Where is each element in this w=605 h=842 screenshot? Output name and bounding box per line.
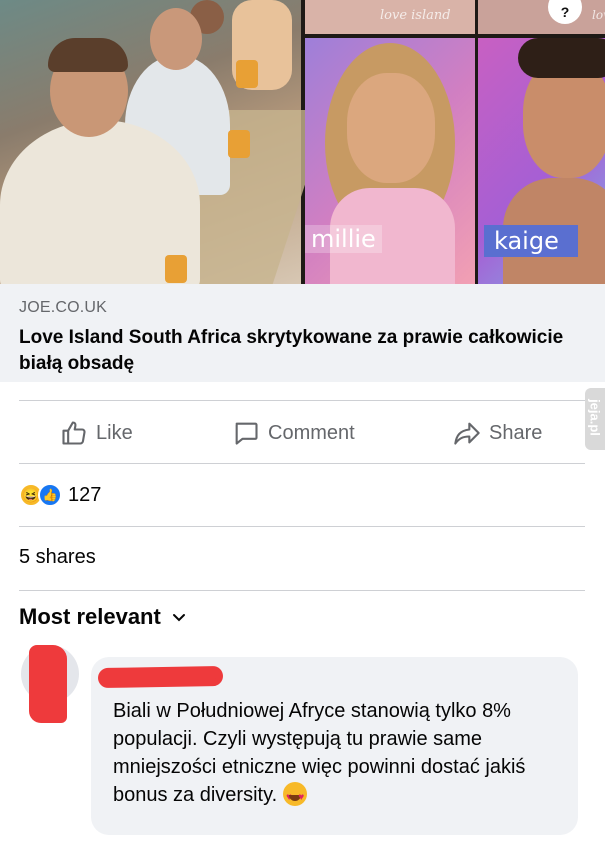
group-photo bbox=[0, 0, 330, 284]
love-island-logo: love island bbox=[380, 8, 451, 23]
love-island-logo-cropped: lov bbox=[592, 8, 605, 22]
share-button[interactable]: Share bbox=[453, 415, 542, 451]
like-button[interactable]: Like bbox=[60, 415, 133, 451]
reaction-count: 127 bbox=[68, 483, 102, 506]
comment-sort-dropdown[interactable]: Most relevant bbox=[19, 604, 187, 630]
contestant-name-kaige: kaige bbox=[484, 225, 578, 257]
commenter-avatar[interactable] bbox=[21, 645, 79, 725]
thumbs-up-icon bbox=[62, 421, 86, 445]
divider bbox=[19, 590, 585, 591]
divider bbox=[19, 400, 585, 401]
watermark-tab: jeja.pl bbox=[585, 388, 605, 450]
contestant-name-millie: millie bbox=[305, 225, 382, 253]
post-image[interactable]: love island lov ? millie kaige bbox=[0, 0, 605, 284]
comment-label: Comment bbox=[268, 421, 355, 444]
shares-count[interactable]: 5 shares bbox=[19, 546, 96, 569]
comment-button[interactable]: Comment bbox=[232, 415, 355, 451]
divider bbox=[19, 526, 585, 527]
link-domain: JOE.CO.UK bbox=[19, 299, 108, 316]
share-label: Share bbox=[489, 421, 543, 444]
divider bbox=[19, 463, 585, 464]
reactions-summary[interactable]: 😆 👍 127 bbox=[19, 480, 101, 510]
avatar-redaction bbox=[29, 645, 67, 723]
like-emoji-icon: 👍 bbox=[38, 483, 62, 507]
tile-header-2 bbox=[478, 0, 605, 34]
share-arrow-icon bbox=[454, 422, 480, 445]
link-preview[interactable]: JOE.CO.UK Love Island South Africa skryt… bbox=[0, 284, 605, 382]
comment-text: Biali w Południowej Afryce stanowią tylk… bbox=[113, 697, 558, 812]
link-title[interactable]: Love Island South Africa skrytykowane za… bbox=[19, 325, 594, 377]
heart-eyes-emoji-icon bbox=[283, 782, 308, 812]
sort-label: Most relevant bbox=[19, 604, 161, 629]
watermark-text: jeja.pl bbox=[587, 399, 603, 436]
chevron-down-icon bbox=[172, 614, 185, 622]
action-bar: Like Comment Share bbox=[0, 405, 605, 461]
commenter-name-redaction-underline bbox=[118, 678, 218, 686]
like-label: Like bbox=[96, 421, 133, 444]
comment-icon bbox=[235, 422, 258, 445]
